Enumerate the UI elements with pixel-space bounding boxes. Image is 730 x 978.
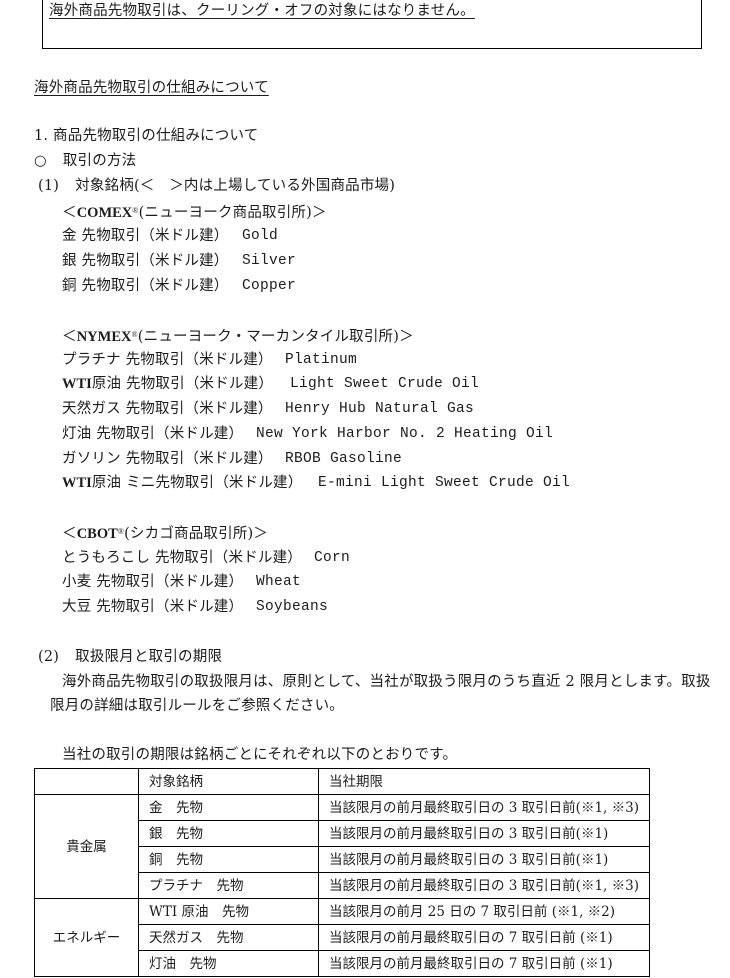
product-jp: 灯油 先物取引（米ドル建） <box>62 426 244 442</box>
product-cell: 銅 先物 <box>138 846 319 873</box>
product-cell: 天然ガス 先物 <box>138 924 319 951</box>
product-en: Light Sweet Crude Oil <box>290 376 480 392</box>
product-line: プラチナ 先物取引（米ドル建） Platinum <box>62 350 357 370</box>
product-en: Gold <box>242 228 279 244</box>
product-line: 銀 先物取引（米ドル建） Silver <box>62 251 296 271</box>
product-jp: プラチナ 先物取引（米ドル建） <box>62 352 273 368</box>
bracket-close: ＞ <box>253 526 269 542</box>
product-cell: 灯油 先物 <box>138 950 319 977</box>
table-row: エネルギー WTI 原油 先物 当該限月の前月 25 日の 7 取引日前 (※1… <box>34 898 650 977</box>
header-cell-deadline: 当社期限 <box>318 768 650 795</box>
header-cell-category <box>34 768 139 795</box>
deadline-cell: 当該限月の前月最終取引日の 3 取引日前(※1) <box>318 820 650 847</box>
product-cell: 金 先物 <box>138 794 319 821</box>
product-en: Henry Hub Natural Gas <box>285 401 475 417</box>
exchange-header-cbot: ＜CBOT®(シカゴ商品取引所)＞ <box>62 522 268 544</box>
product-en: New York Harbor No. 2 Heating Oil <box>256 426 554 442</box>
product-line: 小麦 先物取引（米ドル建） Wheat <box>62 572 301 592</box>
product-en: Soybeans <box>256 599 329 615</box>
item-1-heading: (1) 対象銘柄(＜ ＞内は上場している外国商品市場) <box>38 176 395 196</box>
paragraph-line: 限月の詳細は取引ルールをご参照ください。 <box>50 698 344 714</box>
product-jp: とうもろこし 先物取引（米ドル建） <box>62 550 303 566</box>
category-cell: 貴金属 <box>34 794 139 899</box>
bracket-open: ＜ <box>62 526 77 542</box>
product-jp: 小麦 先物取引（米ドル建） <box>62 574 244 590</box>
table-header-row: 対象銘柄 当社期限 <box>34 768 650 795</box>
product-line: 銅 先物取引（米ドル建） Copper <box>62 276 296 296</box>
item-number: (1) <box>38 178 60 194</box>
exchange-header-nymex: ＜NYMEX®(ニューヨーク・マーカンタイル取引所)＞ <box>62 325 414 347</box>
bracket-open: ＜ <box>62 205 77 221</box>
exchange-name: CBOT <box>76 526 118 542</box>
product-en: Corn <box>314 550 351 566</box>
item-title: 対象銘柄(＜ ＞内は上場している外国商品市場) <box>75 178 396 194</box>
deadline-cell: 当該限月の前月最終取引日の 7 取引日前 (※1) <box>318 950 650 977</box>
product-prefix: WTI <box>62 376 92 392</box>
product-line: 金 先物取引（米ドル建） Gold <box>62 226 278 246</box>
product-en: Platinum <box>285 352 358 368</box>
product-line: とうもろこし 先物取引（米ドル建） Corn <box>62 548 350 568</box>
cooling-off-notice: 海外商品先物取引は、クーリング・オフの対象にはなりません。 <box>49 3 475 19</box>
product-jp: 銅 先物取引（米ドル建） <box>62 278 229 294</box>
product-jp: 原油 先物取引（米ドル建） <box>91 376 274 392</box>
product-jp: 原油 ミニ先物取引（米ドル建） <box>91 475 303 491</box>
product-jp: 金 先物取引（米ドル建） <box>62 228 229 244</box>
exchange-name: COMEX <box>76 205 133 221</box>
product-line: ガソリン 先物取引（米ドル建） RBOB Gasoline <box>62 449 402 469</box>
product-jp: 大豆 先物取引（米ドル建） <box>62 599 244 615</box>
header-cell-product: 対象銘柄 <box>138 768 319 795</box>
product-jp: 天然ガス 先物取引（米ドル建） <box>62 401 273 417</box>
product-cell: WTI 原油 先物 <box>138 898 319 925</box>
item-2-heading: (2) 取扱限月と取引の期限 <box>38 647 222 667</box>
bracket-open: ＜ <box>62 329 77 345</box>
product-line: 天然ガス 先物取引（米ドル建） Henry Hub Natural Gas <box>62 399 474 419</box>
product-cell: プラチナ 先物 <box>138 872 319 899</box>
product-line: WTI原油 先物取引（米ドル建） Light Sweet Crude Oil <box>62 374 479 394</box>
product-en: Copper <box>242 278 297 294</box>
table-row: 貴金属 金 先物 当該限月の前月最終取引日の 3 取引日前(※1, ※3) <box>34 794 650 899</box>
bullet-text: 取引の方法 <box>62 153 137 169</box>
product-jp: 銀 先物取引（米ドル建） <box>62 253 229 269</box>
product-line: 大豆 先物取引（米ドル建） Soybeans <box>62 597 328 617</box>
bracket-close: ＞ <box>399 329 414 345</box>
product-en: Silver <box>242 253 297 269</box>
product-line: WTI原油 ミニ先物取引（米ドル建） E-mini Light Sweet Cr… <box>62 473 570 493</box>
exchange-description: (ニューヨーク・マーカンタイル取引所) <box>137 329 400 345</box>
exchange-name: NYMEX <box>76 329 132 345</box>
product-en: E-mini Light Sweet Crude Oil <box>318 475 571 491</box>
item-number: (2) <box>38 649 60 665</box>
product-jp: ガソリン 先物取引（米ドル建） <box>62 451 273 467</box>
product-en: RBOB Gasoline <box>285 451 403 467</box>
deadline-cell: 当該限月の前月 25 日の 7 取引日前 (※1, ※2) <box>318 898 650 925</box>
circle-bullet-icon: ○ <box>34 153 47 169</box>
deadline-cell: 当該限月の前月最終取引日の 3 取引日前(※1) <box>318 846 650 873</box>
exchange-description: (ニューヨーク商品取引所) <box>138 205 312 221</box>
deadline-cell: 当該限月の前月最終取引日の 3 取引日前(※1, ※3) <box>318 794 650 821</box>
deadline-cell: 当該限月の前月最終取引日の 7 取引日前 (※1) <box>318 924 650 951</box>
table-intro: 当社の取引の期限は銘柄ごとにそれぞれ以下のとおりです。 <box>62 747 458 763</box>
product-en: Wheat <box>256 574 302 590</box>
category-cell: エネルギー <box>34 898 139 977</box>
bullet-line: ○ 取引の方法 <box>34 151 136 171</box>
deadline-cell: 当該限月の前月最終取引日の 3 取引日前(※1, ※3) <box>318 872 650 899</box>
exchange-description: (シカゴ商品取引所) <box>124 526 254 542</box>
item-title: 取扱限月と取引の期限 <box>75 649 223 665</box>
exchange-header-comex: ＜COMEX®(ニューヨーク商品取引所)＞ <box>62 201 327 223</box>
product-prefix: WTI <box>62 475 92 491</box>
product-cell: 銀 先物 <box>138 820 319 847</box>
page-heading: 海外商品先物取引の仕組みについて <box>34 80 269 96</box>
paragraph-line: 海外商品先物取引の取扱限月は、原則として、当社が取扱う限月のうち直近 2 限月と… <box>62 674 711 690</box>
deadline-table: 対象銘柄 当社期限 貴金属 金 先物 当該限月の前月最終取引日の 3 取引日前(… <box>34 768 650 977</box>
section-1-title: 1. 商品先物取引の仕組みについて <box>34 128 259 144</box>
product-line: 灯油 先物取引（米ドル建） New York Harbor No. 2 Heat… <box>62 424 553 444</box>
document-page: 海外商品先物取引は、クーリング・オフの対象にはなりません。 海外商品先物取引の仕… <box>0 0 730 978</box>
bracket-close: ＞ <box>312 205 327 221</box>
